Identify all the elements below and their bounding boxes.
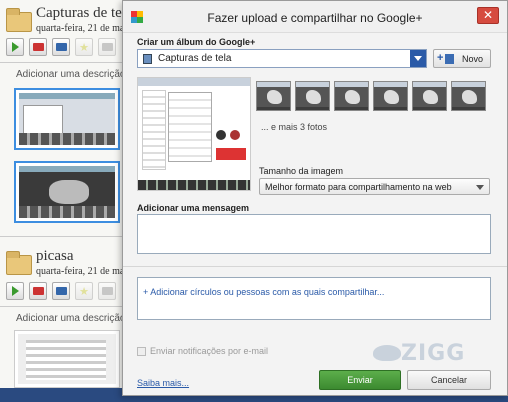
divider bbox=[123, 266, 507, 267]
share-recipients-input[interactable]: + Adicionar círculos ou pessoas com as q… bbox=[137, 277, 491, 320]
thumbnail-image bbox=[19, 93, 115, 145]
dialog-title: Fazer upload e compartilhar no Google+ bbox=[207, 11, 423, 25]
photo-preview-thumbnail bbox=[256, 81, 291, 111]
collage-button[interactable] bbox=[29, 38, 47, 56]
send-button[interactable]: Enviar bbox=[319, 370, 401, 390]
divider bbox=[0, 236, 125, 237]
star-button[interactable]: ★ bbox=[75, 38, 93, 56]
main-photo-preview bbox=[137, 77, 251, 191]
album-icon bbox=[143, 54, 152, 64]
album-select[interactable]: Capturas de tela bbox=[137, 49, 427, 68]
cancel-button[interactable]: Cancelar bbox=[407, 370, 491, 390]
star-icon: ★ bbox=[79, 41, 89, 54]
photo-preview-thumbnail bbox=[334, 81, 369, 111]
thumbnail-image bbox=[19, 166, 115, 218]
upload-button[interactable] bbox=[98, 282, 116, 300]
image-size-label: Tamanho da imagem bbox=[259, 166, 344, 176]
movie-icon bbox=[55, 287, 67, 295]
photo-thumbnail[interactable] bbox=[14, 161, 120, 223]
email-notify-option[interactable]: Enviar notificações por e-mail bbox=[137, 346, 269, 357]
photo-preview-thumbnail bbox=[412, 81, 447, 111]
email-notify-checkbox[interactable] bbox=[137, 347, 146, 357]
message-textarea[interactable] bbox=[137, 214, 491, 254]
thumbnail-image bbox=[18, 334, 116, 384]
movie-icon bbox=[55, 43, 67, 51]
new-album-label: Novo bbox=[462, 54, 484, 64]
play-slideshow-button[interactable] bbox=[6, 282, 24, 300]
image-size-select[interactable]: Melhor formato para compartilhamento na … bbox=[259, 178, 490, 195]
new-album-button[interactable]: + Novo bbox=[433, 49, 491, 68]
folder-name: Capturas de tela bbox=[36, 5, 133, 21]
folder-date: quarta-feira, 21 de mai bbox=[36, 23, 128, 34]
folder-icon bbox=[6, 8, 32, 32]
folder-name: picasa bbox=[36, 248, 74, 264]
dialog-titlebar: Fazer upload e compartilhar no Google+ ✕ bbox=[123, 1, 507, 33]
share-placeholder: + Adicionar círculos ou pessoas com as q… bbox=[143, 287, 385, 297]
image-size-value: Melhor formato para compartilhamento na … bbox=[265, 182, 452, 192]
album-label: Criar um álbum do Google+ bbox=[137, 37, 256, 47]
watermark-logo: ZIGG bbox=[401, 341, 466, 366]
chevron-down-icon[interactable] bbox=[410, 50, 426, 67]
upload-dialog: Fazer upload e compartilhar no Google+ ✕… bbox=[122, 0, 508, 396]
folder-toolbar: ★ bbox=[6, 282, 116, 302]
upload-icon bbox=[101, 43, 113, 51]
more-photos-text: ... e mais 3 fotos bbox=[261, 122, 328, 132]
folder-icon bbox=[6, 251, 32, 275]
folder-date: quarta-feira, 21 de mai bbox=[36, 266, 128, 277]
watermark-whale-icon bbox=[373, 345, 401, 361]
photo-preview-thumbnail bbox=[295, 81, 330, 111]
add-description-link[interactable]: Adicionar uma descrição bbox=[16, 313, 126, 324]
add-description-link[interactable]: Adicionar uma descrição bbox=[16, 69, 126, 80]
play-icon bbox=[11, 42, 19, 52]
divider bbox=[0, 62, 125, 63]
photo-thumbnail[interactable] bbox=[14, 88, 120, 150]
collage-icon bbox=[32, 287, 44, 295]
message-label: Adicionar uma mensagem bbox=[137, 203, 250, 213]
movie-button[interactable] bbox=[52, 38, 70, 56]
learn-more-link[interactable]: Saiba mais... bbox=[137, 378, 189, 388]
upload-icon bbox=[101, 287, 113, 295]
divider bbox=[0, 306, 125, 307]
play-icon bbox=[11, 286, 19, 296]
collage-button[interactable] bbox=[29, 282, 47, 300]
close-button[interactable]: ✕ bbox=[477, 7, 499, 24]
star-icon: ★ bbox=[79, 285, 89, 298]
email-notify-label: Enviar notificações por e-mail bbox=[150, 346, 269, 356]
chevron-down-icon bbox=[476, 185, 484, 190]
upload-button[interactable] bbox=[98, 38, 116, 56]
play-slideshow-button[interactable] bbox=[6, 38, 24, 56]
folder-toolbar: ★ bbox=[6, 38, 116, 58]
plus-icon: + bbox=[437, 52, 444, 64]
collage-icon bbox=[32, 43, 44, 51]
photo-thumbnail[interactable] bbox=[14, 330, 120, 388]
photo-preview-thumbnail bbox=[373, 81, 408, 111]
star-button[interactable]: ★ bbox=[75, 282, 93, 300]
photo-preview-thumbnail bbox=[451, 81, 486, 111]
album-selected-value: Capturas de tela bbox=[158, 53, 232, 64]
album-icon bbox=[445, 54, 454, 64]
movie-button[interactable] bbox=[52, 282, 70, 300]
